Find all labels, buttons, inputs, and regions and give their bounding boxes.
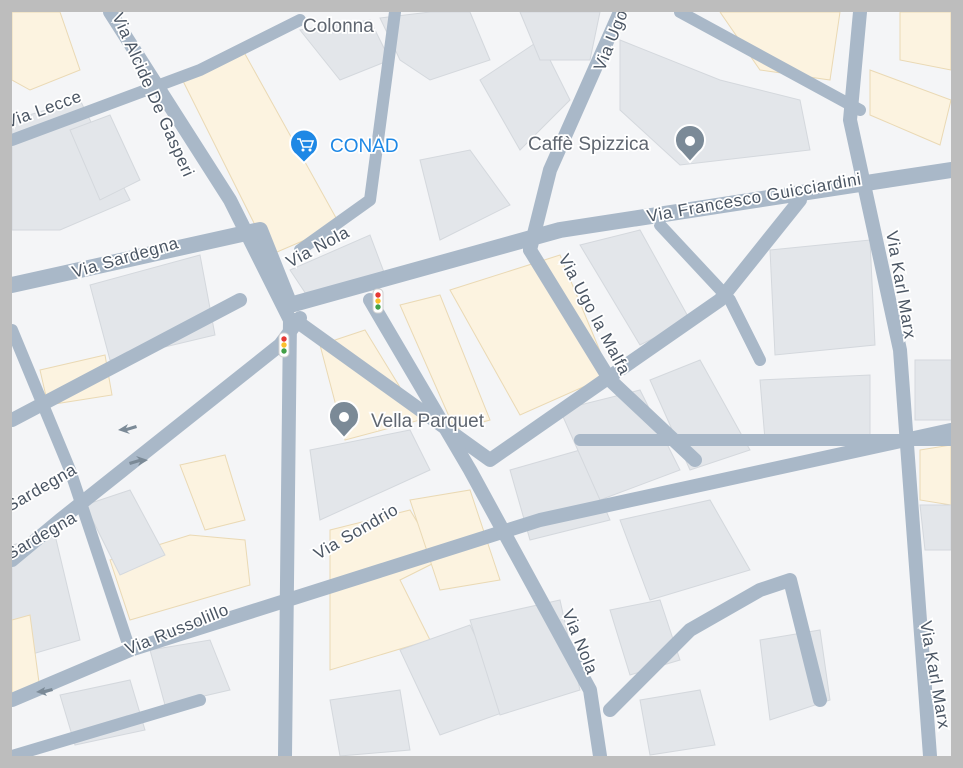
traffic-light-icon bbox=[278, 332, 290, 358]
poi-label-conad: CONAD bbox=[330, 136, 399, 157]
place-label-colonna: Colonna bbox=[303, 16, 374, 37]
poi-label-caffe: Caffè Spizzica bbox=[528, 134, 650, 155]
traffic-light-icon bbox=[372, 288, 384, 314]
map-canvas[interactable]: Via Alcide De Gasperi Via Lecce Via Sard… bbox=[12, 12, 951, 756]
map-frame: Via Alcide De Gasperi Via Lecce Via Sard… bbox=[12, 12, 951, 756]
poi-label-vella: Vella Parquet bbox=[371, 411, 485, 432]
